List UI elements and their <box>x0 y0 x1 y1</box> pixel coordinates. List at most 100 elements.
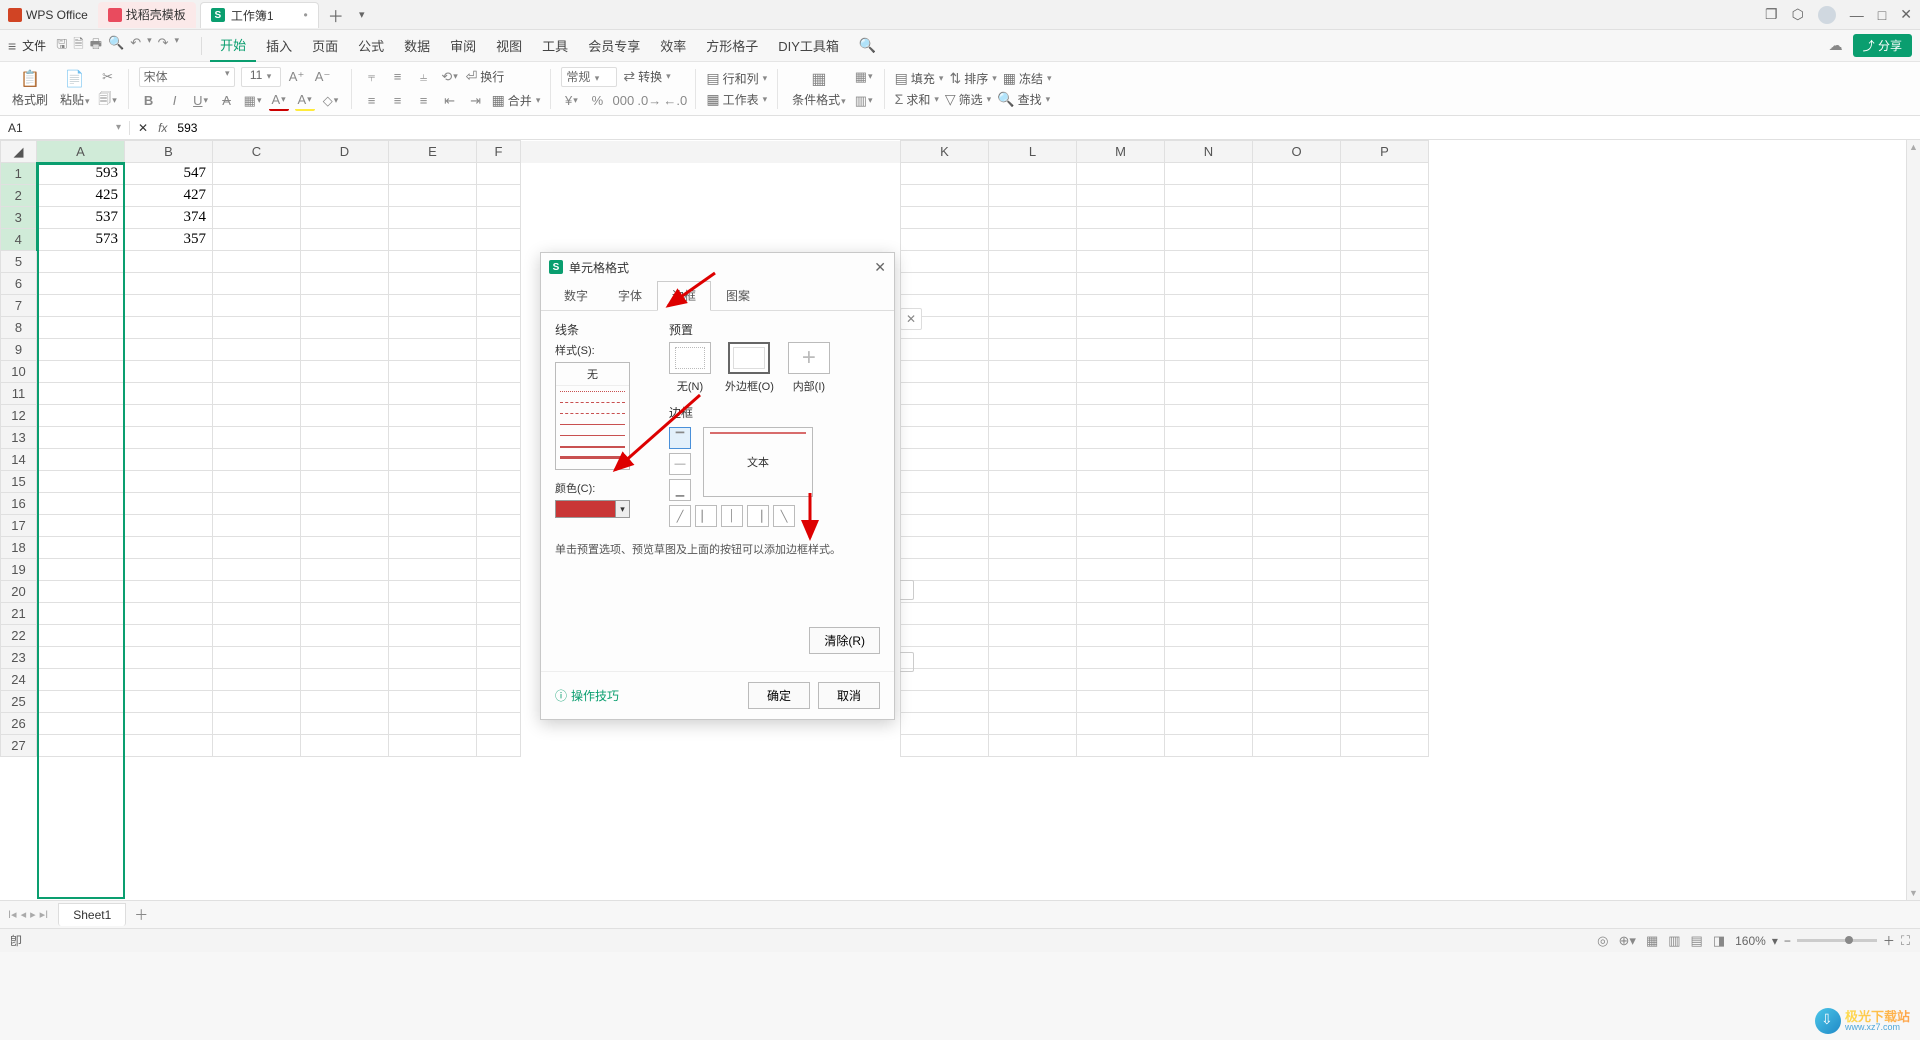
col-header[interactable]: K <box>901 141 989 163</box>
cell[interactable] <box>989 559 1077 581</box>
preset-none[interactable]: 无(N) <box>669 342 711 394</box>
cell[interactable] <box>301 515 389 537</box>
cell[interactable] <box>37 647 125 669</box>
cell[interactable] <box>1253 273 1341 295</box>
cell[interactable] <box>37 537 125 559</box>
dialog-tab-border[interactable]: 边框 <box>657 281 711 311</box>
cell[interactable] <box>1165 647 1253 669</box>
cell[interactable] <box>213 273 301 295</box>
cell[interactable] <box>477 515 521 537</box>
cell[interactable] <box>125 669 213 691</box>
clear-button[interactable]: 清除(R) <box>809 627 880 654</box>
filter-button[interactable]: ▽筛选▾ <box>945 91 991 108</box>
cell[interactable] <box>389 295 477 317</box>
cell[interactable] <box>301 669 389 691</box>
border-bottom-button[interactable]: ▁ <box>669 479 691 501</box>
status-circle-icon[interactable]: ◎ <box>1597 933 1608 949</box>
sort-button[interactable]: ⇅排序▾ <box>949 70 996 87</box>
cell[interactable] <box>301 449 389 471</box>
indent-dec-icon[interactable]: ⇤ <box>440 91 460 111</box>
cell[interactable] <box>989 405 1077 427</box>
cell[interactable] <box>1341 427 1429 449</box>
cell[interactable] <box>1253 185 1341 207</box>
cell[interactable] <box>1077 537 1165 559</box>
cell[interactable]: 425 <box>37 185 125 207</box>
row-header[interactable]: 7 <box>1 295 37 317</box>
cell[interactable] <box>901 471 989 493</box>
fill-button[interactable]: ▤填充▾ <box>895 70 944 87</box>
row-header[interactable]: 3 <box>1 207 37 229</box>
cell[interactable] <box>989 229 1077 251</box>
cell[interactable] <box>213 537 301 559</box>
row-header[interactable]: 25 <box>1 691 37 713</box>
minimize-button[interactable]: — <box>1850 7 1864 23</box>
tab-add-button[interactable]: ＋ <box>323 2 349 28</box>
cell[interactable] <box>1165 603 1253 625</box>
maximize-button[interactable]: □ <box>1878 7 1886 23</box>
cell[interactable] <box>37 405 125 427</box>
cell[interactable] <box>1077 493 1165 515</box>
decrease-font-icon[interactable]: A⁻ <box>313 67 333 87</box>
cell[interactable] <box>989 185 1077 207</box>
row-header[interactable]: 21 <box>1 603 37 625</box>
sheet-tab[interactable]: Sheet1 <box>58 903 126 926</box>
dialog-tab-number[interactable]: 数字 <box>549 281 603 310</box>
cell[interactable] <box>389 713 477 735</box>
cell[interactable] <box>389 185 477 207</box>
cell[interactable] <box>213 251 301 273</box>
cell[interactable] <box>1341 163 1429 185</box>
cell[interactable] <box>901 537 989 559</box>
cell[interactable] <box>37 273 125 295</box>
table-style-icon[interactable]: ▥▾ <box>854 91 874 111</box>
cell[interactable] <box>301 229 389 251</box>
cond-format-button[interactable]: ▦条件格式▾ <box>788 69 850 108</box>
row-header[interactable]: 6 <box>1 273 37 295</box>
number-format-select[interactable]: 常规 ▾ <box>561 67 617 87</box>
cell[interactable] <box>213 647 301 669</box>
cell[interactable] <box>901 383 989 405</box>
wrap-button[interactable]: ⏎换行 <box>466 68 505 85</box>
cell[interactable] <box>1341 537 1429 559</box>
cell[interactable] <box>1077 515 1165 537</box>
cell[interactable] <box>1253 207 1341 229</box>
sheet-nav-last-icon[interactable]: ▸I <box>40 908 49 921</box>
cell[interactable] <box>301 207 389 229</box>
sheet-nav-first-icon[interactable]: I◂ <box>8 908 17 921</box>
cell[interactable] <box>1341 493 1429 515</box>
cloud-icon[interactable]: ☁ <box>1829 37 1843 54</box>
cell[interactable] <box>1077 713 1165 735</box>
col-header[interactable]: B <box>125 141 213 163</box>
cell[interactable] <box>989 471 1077 493</box>
cell[interactable] <box>901 669 989 691</box>
vertical-scrollbar[interactable] <box>1906 140 1920 900</box>
freeze-button[interactable]: ▦冻结▾ <box>1003 70 1052 87</box>
cell[interactable] <box>1341 295 1429 317</box>
cell[interactable] <box>1077 339 1165 361</box>
cell[interactable] <box>389 669 477 691</box>
chevron-down-icon[interactable]: ▾ <box>116 122 121 133</box>
cell[interactable] <box>477 361 521 383</box>
cell[interactable] <box>989 383 1077 405</box>
cell[interactable] <box>1341 691 1429 713</box>
view-page-icon[interactable]: ▤ <box>1691 933 1703 949</box>
cell[interactable] <box>301 339 389 361</box>
cell[interactable]: 547 <box>125 163 213 185</box>
cancel-button[interactable]: 取消 <box>818 682 880 709</box>
cell[interactable] <box>1253 251 1341 273</box>
cell[interactable] <box>301 647 389 669</box>
cell[interactable] <box>477 669 521 691</box>
cell[interactable] <box>1341 185 1429 207</box>
cell[interactable] <box>1077 471 1165 493</box>
cell[interactable] <box>1165 383 1253 405</box>
cell[interactable] <box>213 691 301 713</box>
cell[interactable] <box>1253 493 1341 515</box>
cell[interactable] <box>301 251 389 273</box>
zoom-control[interactable]: 160%▾ − ＋ ⛶ <box>1735 932 1910 949</box>
cell[interactable] <box>901 625 989 647</box>
cell[interactable] <box>901 735 989 757</box>
menu-file[interactable]: 文件 <box>22 37 46 54</box>
border-color-select[interactable]: ▾ <box>555 500 630 518</box>
burger-menu-icon[interactable]: ≡ <box>8 38 16 54</box>
cell[interactable] <box>389 383 477 405</box>
view-reading-icon[interactable]: ◨ <box>1713 933 1725 949</box>
